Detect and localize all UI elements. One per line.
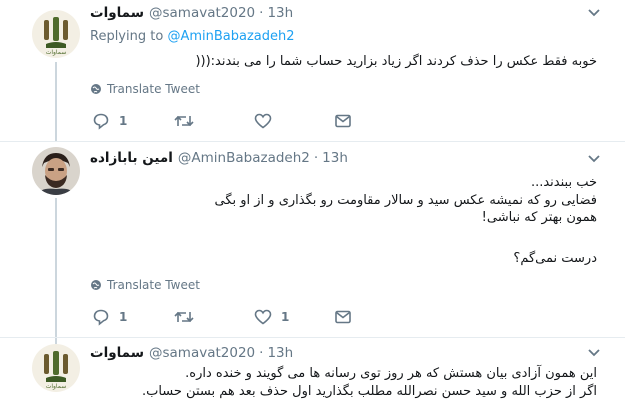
chevron-down-icon[interactable] <box>587 154 601 164</box>
retweet-icon <box>174 311 194 323</box>
separator-dot: · <box>313 150 319 166</box>
globe-icon <box>91 280 101 290</box>
separator-dot: · <box>259 345 264 361</box>
timestamp[interactable]: 13h <box>267 5 293 21</box>
tweet[interactable]: سماوات سماوات @samavat2020 · 13h Replyin… <box>0 0 625 142</box>
timestamp[interactable]: 13h <box>322 150 348 166</box>
like-button[interactable]: 1 <box>254 307 289 327</box>
dm-icon <box>335 310 351 324</box>
tweet-text-line: درست نمی‌گم؟ <box>513 251 597 266</box>
tweet-text-line: فضایی رو که نمیشه عکس سید و سالار مقاومت… <box>214 192 597 208</box>
separator-dot: · <box>259 5 264 21</box>
reply-icon <box>93 113 109 130</box>
reply-icon <box>93 309 109 326</box>
tweet-text-line: خب ببندند... <box>530 175 597 190</box>
chevron-down-icon[interactable] <box>587 348 601 358</box>
avatar[interactable]: سماوات <box>32 10 80 58</box>
tweet-text-line: همون بهتر که نباشی! <box>481 210 597 225</box>
user-handle[interactable]: @samavat2020 <box>149 5 255 21</box>
display-name[interactable]: امین بابازاده <box>90 150 173 166</box>
translate-tweet-link[interactable]: Translate Tweet <box>90 278 200 292</box>
chevron-down-icon[interactable] <box>587 8 601 18</box>
reply-count: 1 <box>119 310 128 324</box>
tweet[interactable]: سماوات سماوات @samavat2020 · 13h این همو… <box>0 339 625 410</box>
reply-button[interactable]: 1 <box>92 111 127 131</box>
timestamp[interactable]: 13h <box>267 345 293 361</box>
translate-tweet-link[interactable]: Translate Tweet <box>90 82 200 96</box>
tweet-text-line <box>214 227 597 245</box>
globe-icon <box>91 84 101 94</box>
direct-message-button[interactable] <box>334 307 352 327</box>
reply-count: 1 <box>119 114 128 128</box>
like-icon <box>254 113 272 129</box>
replying-label: Replying to <box>90 29 164 44</box>
tweet-actions: 1 <box>92 111 362 131</box>
user-handle[interactable]: @AminBabazadeh2 <box>178 150 310 166</box>
retweet-button[interactable] <box>174 111 203 131</box>
tweet[interactable]: امین بابازاده @AminBabazadeh2 · 13h خب ب… <box>0 142 625 338</box>
tweet-header: سماوات @samavat2020 · 13h <box>90 4 293 22</box>
mention-link[interactable]: @AminBabazadeh2 <box>167 29 294 44</box>
direct-message-button[interactable] <box>334 111 352 131</box>
translate-label: Translate Tweet <box>107 278 200 292</box>
svg-text:سماوات: سماوات <box>46 49 67 56</box>
tweet-text: خوبه فقط عکس را حذف کردند اگر زیاد بزاری… <box>195 54 597 70</box>
translate-label: Translate Tweet <box>107 82 200 96</box>
user-handle[interactable]: @samavat2020 <box>149 345 255 361</box>
svg-text:سماوات: سماوات <box>46 383 67 390</box>
reply-button[interactable]: 1 <box>92 307 127 327</box>
display-name[interactable]: سماوات <box>90 345 144 361</box>
tweet-header: امین بابازاده @AminBabazadeh2 · 13h <box>90 149 348 167</box>
tweet-text: خب ببندند... فضایی رو که نمیشه عکس سید و… <box>214 174 597 268</box>
retweet-icon <box>174 115 194 127</box>
avatar[interactable]: سماوات <box>32 344 80 392</box>
display-name[interactable]: سماوات <box>90 5 144 21</box>
replying-to: Replying to @AminBabazadeh2 <box>90 29 295 44</box>
tweet-text: این همون آزادی بیان هستش که هر روز توی ر… <box>142 365 597 401</box>
like-count: 1 <box>281 310 290 324</box>
tweet-text-line: اگر از حزب الله و سید حسن نصرالله مطلب ب… <box>141 384 597 399</box>
like-icon <box>254 309 272 325</box>
avatar[interactable] <box>32 147 80 195</box>
tweet-header: سماوات @samavat2020 · 13h <box>90 344 293 362</box>
dm-icon <box>335 114 351 128</box>
tweet-actions: 1 1 <box>92 307 362 327</box>
tweet-text-line: خوبه فقط عکس را حذف کردند اگر زیاد بزاری… <box>195 54 597 69</box>
like-button[interactable] <box>254 111 281 131</box>
retweet-button[interactable] <box>174 307 203 327</box>
tweet-text-line: این همون آزادی بیان هستش که هر روز توی ر… <box>185 366 597 381</box>
